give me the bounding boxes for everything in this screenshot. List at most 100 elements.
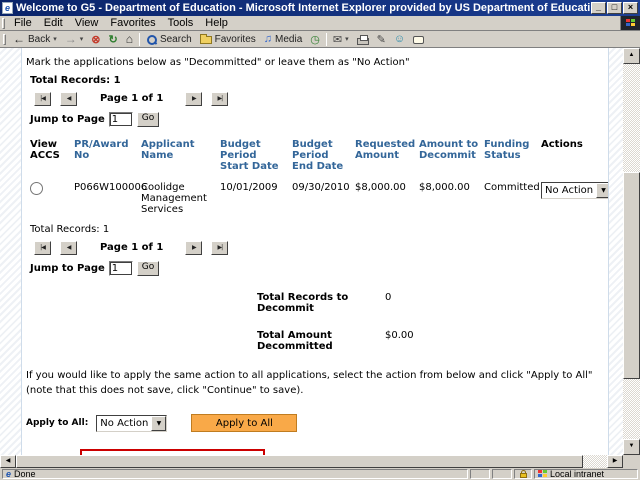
table-row: P066W100006 Coolidge Management Services…: [30, 174, 608, 217]
scroll-left-icon[interactable]: ◀: [0, 455, 16, 468]
row-action-select[interactable]: No Action ▼: [541, 182, 608, 199]
forward-button[interactable]: → ▾: [61, 32, 88, 47]
menu-favorites[interactable]: Favorites: [104, 16, 161, 30]
scroll-right-icon[interactable]: ▶: [607, 455, 623, 468]
status-zone-pane: Local intranet: [534, 469, 638, 479]
menu-view[interactable]: View: [69, 16, 105, 30]
scroll-up-icon[interactable]: ▲: [623, 48, 640, 64]
ie-throbber: [620, 16, 640, 30]
print-icon: [357, 38, 369, 45]
horizontal-scroll-track[interactable]: [16, 455, 607, 468]
vertical-scroll-track[interactable]: [623, 64, 640, 439]
standard-toolbar: ← Back ▾ → ▾ ⊗ ↻ ⌂ Search Favorites ♫ Me…: [0, 31, 640, 48]
status-empty-pane: [492, 469, 512, 479]
menubar-grip[interactable]: [2, 18, 5, 29]
jump-to-page-input[interactable]: [109, 112, 133, 127]
jump-to-page-label: Jump to Page: [30, 263, 105, 274]
status-text: Done: [14, 469, 36, 479]
total-records-bottom: Total Records: 1: [30, 224, 608, 235]
jump-to-page-label: Jump to Page: [30, 114, 105, 125]
print-button[interactable]: [353, 32, 373, 47]
restore-button[interactable]: □: [607, 2, 622, 14]
discuss-button[interactable]: [409, 32, 428, 47]
col-budget-end[interactable]: Budget Period End Date: [292, 137, 355, 174]
favorites-button[interactable]: Favorites: [196, 32, 260, 47]
edit-icon: ✎: [377, 33, 386, 46]
favorites-icon: [200, 36, 212, 44]
previous-page-button[interactable]: ◀: [60, 241, 77, 255]
menu-help[interactable]: Help: [199, 16, 234, 30]
page-right-margin-texture: [608, 48, 623, 455]
close-button[interactable]: ×: [623, 2, 638, 14]
menu-bar: File Edit View Favorites Tools Help: [0, 16, 640, 31]
next-page-button[interactable]: ▶: [185, 92, 202, 106]
row-action-value: No Action: [542, 183, 596, 198]
total-records-top: Total Records: 1: [30, 75, 608, 86]
search-button[interactable]: Search: [142, 32, 196, 47]
total-amount-decommitted-value: $0.00: [385, 330, 414, 352]
last-page-button[interactable]: ▶|: [211, 92, 228, 106]
media-button[interactable]: ♫ Media: [260, 32, 307, 47]
edit-button[interactable]: ✎: [373, 32, 390, 47]
home-button[interactable]: ⌂: [122, 32, 137, 47]
view-accs-radio[interactable]: [30, 182, 43, 195]
col-funding-status[interactable]: Funding Status: [484, 137, 541, 174]
first-page-button[interactable]: |◀: [34, 241, 51, 255]
vertical-scroll-thumb[interactable]: [623, 172, 640, 379]
go-button[interactable]: Go: [137, 112, 159, 127]
menu-edit[interactable]: Edit: [38, 16, 69, 30]
horizontal-scroll-thumb[interactable]: [16, 455, 583, 468]
total-amount-decommitted-label: Total Amount Decommitted: [257, 330, 385, 352]
lock-icon: [520, 473, 527, 478]
browser-viewport: Mark the applications below as "Decommit…: [0, 48, 640, 455]
history-button[interactable]: ◷: [306, 32, 324, 47]
forward-dropdown-icon: ▾: [80, 35, 84, 43]
table-header-row: View ACCS PR/Award No Applicant Name Bud…: [30, 137, 608, 174]
back-dropdown-icon: ▾: [53, 35, 57, 43]
media-label: Media: [275, 34, 302, 45]
search-icon: [146, 34, 157, 45]
ie-document-icon: e: [2, 2, 13, 14]
menu-file[interactable]: File: [8, 16, 38, 30]
ie-page-icon: e: [6, 469, 11, 479]
back-button[interactable]: ← Back ▾: [9, 32, 61, 47]
jump-to-page-input[interactable]: [109, 261, 133, 276]
last-page-button[interactable]: ▶|: [211, 241, 228, 255]
col-requested-amount[interactable]: Requested Amount: [355, 137, 419, 174]
status-bar: e Done Local intranet: [0, 468, 640, 480]
col-pr-award-no[interactable]: PR/Award No: [74, 137, 141, 174]
page-instruction: Mark the applications below as "Decommit…: [26, 57, 604, 68]
previous-page-button[interactable]: ◀: [60, 92, 77, 106]
stop-button[interactable]: ⊗: [87, 32, 104, 47]
cell-funding-status: Committed: [484, 174, 541, 217]
toolbar-grip[interactable]: [3, 34, 6, 45]
total-records-to-decommit-value: 0: [385, 292, 391, 314]
messenger-button[interactable]: ☺: [390, 32, 409, 47]
apply-to-all-row: Apply to All: No Action ▼ Apply to All: [26, 414, 608, 432]
status-security-pane: [514, 469, 532, 479]
apply-to-all-select[interactable]: No Action ▼: [96, 415, 167, 432]
home-icon: ⌂: [126, 32, 133, 46]
col-applicant-name[interactable]: Applicant Name: [141, 137, 220, 174]
scroll-down-icon[interactable]: ▼: [623, 439, 640, 455]
jump-to-page-top: Jump to Page Go: [30, 112, 608, 127]
toolbar-separator: [326, 33, 327, 46]
discuss-icon: [413, 36, 424, 44]
col-budget-start[interactable]: Budget Period Start Date: [220, 137, 292, 174]
next-page-button[interactable]: ▶: [185, 241, 202, 255]
apply-to-all-button[interactable]: Apply to All: [191, 414, 297, 432]
back-icon: ←: [13, 32, 25, 46]
refresh-button[interactable]: ↻: [104, 32, 121, 47]
favorites-label: Favorites: [215, 34, 256, 45]
window-title: Welcome to G5 - Department of Education …: [16, 2, 590, 14]
first-page-button[interactable]: |◀: [34, 92, 51, 106]
applications-table: View ACCS PR/Award No Applicant Name Bud…: [30, 137, 608, 217]
go-button[interactable]: Go: [137, 261, 159, 276]
minimize-button[interactable]: _: [591, 2, 606, 14]
col-amount-to-decommit[interactable]: Amount to Decommit: [419, 137, 484, 174]
menu-tools[interactable]: Tools: [162, 16, 200, 30]
horizontal-scrollbar: ◀ ▶: [0, 455, 640, 468]
mail-button[interactable]: ✉ ▾: [329, 32, 353, 47]
cell-requested-amount: $8,000.00: [355, 174, 419, 217]
mail-dropdown-icon: ▾: [345, 35, 349, 43]
